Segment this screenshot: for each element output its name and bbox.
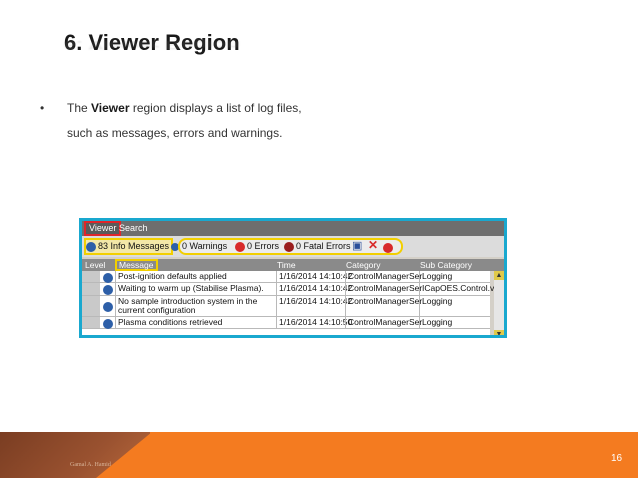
col-time[interactable]: Time <box>277 259 296 271</box>
subcategory-cell: ICapOES.Control.vi <box>422 283 497 293</box>
subcategory-cell: Logging <box>422 317 453 327</box>
column-divider <box>345 271 346 282</box>
close-circle-shape <box>383 242 393 253</box>
table-row[interactable]: Waiting to warm up (Stabilise Plasma). 1… <box>82 283 496 296</box>
table-row[interactable]: No sample introduction system in the cur… <box>82 296 490 317</box>
tab-search[interactable]: Search <box>116 222 151 235</box>
bullet-text-line-1: The Viewer region displays a list of log… <box>67 101 302 115</box>
info-icon <box>103 319 113 329</box>
column-divider <box>419 283 420 295</box>
bullet-text-bold: Viewer <box>91 101 130 115</box>
column-divider <box>419 296 420 316</box>
error-icon <box>235 241 245 252</box>
table-row[interactable]: Plasma conditions retrieved 1/16/2014 14… <box>82 317 490 329</box>
users-icon <box>86 241 96 252</box>
info-messages-label: 83 Info Messages <box>98 241 170 252</box>
time-cell: 1/16/2014 14:10:42 <box>279 271 353 281</box>
message-cell: Waiting to warm up (Stabilise Plasma). <box>118 283 264 293</box>
table-row[interactable]: Post-ignition defaults applied 1/16/2014… <box>82 271 490 283</box>
category-cell: ControlManagerSer <box>348 271 423 281</box>
author-credit: Gamal A. Hamid <box>70 462 111 468</box>
message-cell: Post-ignition defaults applied <box>118 271 227 281</box>
clear-icon[interactable]: ✕ <box>368 238 378 253</box>
info-icon <box>103 285 113 295</box>
time-cell: 1/16/2014 14:10:50 <box>279 317 353 327</box>
info-messages-button[interactable]: 83 Info Messages <box>84 238 173 255</box>
viewer-tab-bar: Viewer Search <box>82 221 504 236</box>
vertical-scrollbar[interactable]: ▲ ▼ <box>494 271 504 335</box>
bullet-text-suffix: region displays a list of log files, <box>129 101 302 115</box>
column-divider <box>276 296 277 316</box>
warnings-label: 0 Warnings <box>182 241 228 252</box>
errors-button[interactable]: 0 Errors <box>235 239 279 254</box>
fatal-errors-button[interactable]: 0 Fatal Errors <box>284 239 351 254</box>
message-cell: Plasma conditions retrieved <box>118 317 223 327</box>
column-divider <box>115 283 116 295</box>
filter-button-group: 0 Warnings 0 Errors 0 Fatal Errors ▣ ✕ <box>178 238 403 255</box>
level-cell <box>82 296 100 316</box>
message-cell: No sample introduction system in the cur… <box>118 296 258 315</box>
column-divider <box>345 317 346 328</box>
column-divider <box>345 296 346 316</box>
col-level[interactable]: Level <box>85 259 105 271</box>
column-divider <box>276 283 277 295</box>
column-divider <box>419 317 420 328</box>
footer-diagonal-decoration <box>96 432 152 478</box>
level-cell <box>82 317 100 328</box>
column-divider <box>276 271 277 282</box>
bullet-marker: • <box>40 101 45 115</box>
column-divider <box>276 317 277 328</box>
column-divider <box>419 271 420 282</box>
category-cell: ControlManagerSer <box>348 317 423 327</box>
export-icon[interactable]: ▣ <box>352 239 362 254</box>
time-cell: 1/16/2014 14:10:42 <box>279 296 353 306</box>
bullet-text-prefix: The <box>67 101 92 115</box>
level-cell <box>82 271 100 282</box>
viewer-toolbar: 83 Info Messages 0 Warnings 0 Errors 0 F… <box>82 236 504 257</box>
page-number: 16 <box>611 453 623 464</box>
column-divider <box>115 296 116 316</box>
log-table: Post-ignition defaults applied 1/16/2014… <box>82 271 496 335</box>
viewer-screenshot: Viewer Search 83 Info Messages 0 Warning… <box>79 218 507 338</box>
warnings-button[interactable]: 0 Warnings <box>182 239 227 254</box>
scroll-up-arrow-icon[interactable]: ▲ <box>494 271 504 280</box>
footer-band <box>128 432 638 478</box>
table-header: Level Message Time Category Sub Category <box>82 259 504 271</box>
bullet-text-line-2: such as messages, errors and warnings. <box>67 126 283 140</box>
info-icon <box>103 302 113 312</box>
fatal-error-icon <box>284 241 294 252</box>
category-cell: ControlManagerSer <box>348 296 423 306</box>
subcategory-cell: Logging <box>422 296 453 306</box>
fatal-errors-label: 0 Fatal Errors <box>296 241 351 252</box>
column-divider <box>115 317 116 328</box>
slide-title-reflection: 6. Viewer Region <box>64 38 240 52</box>
column-divider <box>345 283 346 295</box>
scroll-down-arrow-icon[interactable]: ▼ <box>494 330 504 335</box>
time-cell: 1/16/2014 14:10:42 <box>279 283 353 293</box>
info-icon <box>103 273 113 283</box>
close-circle-icon[interactable] <box>383 240 395 255</box>
subcategory-cell: Logging <box>422 271 453 281</box>
level-cell <box>82 283 100 295</box>
col-message[interactable]: Message <box>115 259 158 271</box>
category-cell: ControlManagerSer <box>348 283 423 293</box>
column-divider <box>115 271 116 282</box>
col-subcategory[interactable]: Sub Category <box>420 259 472 271</box>
errors-label: 0 Errors <box>247 241 280 252</box>
col-category[interactable]: Category <box>346 259 381 271</box>
